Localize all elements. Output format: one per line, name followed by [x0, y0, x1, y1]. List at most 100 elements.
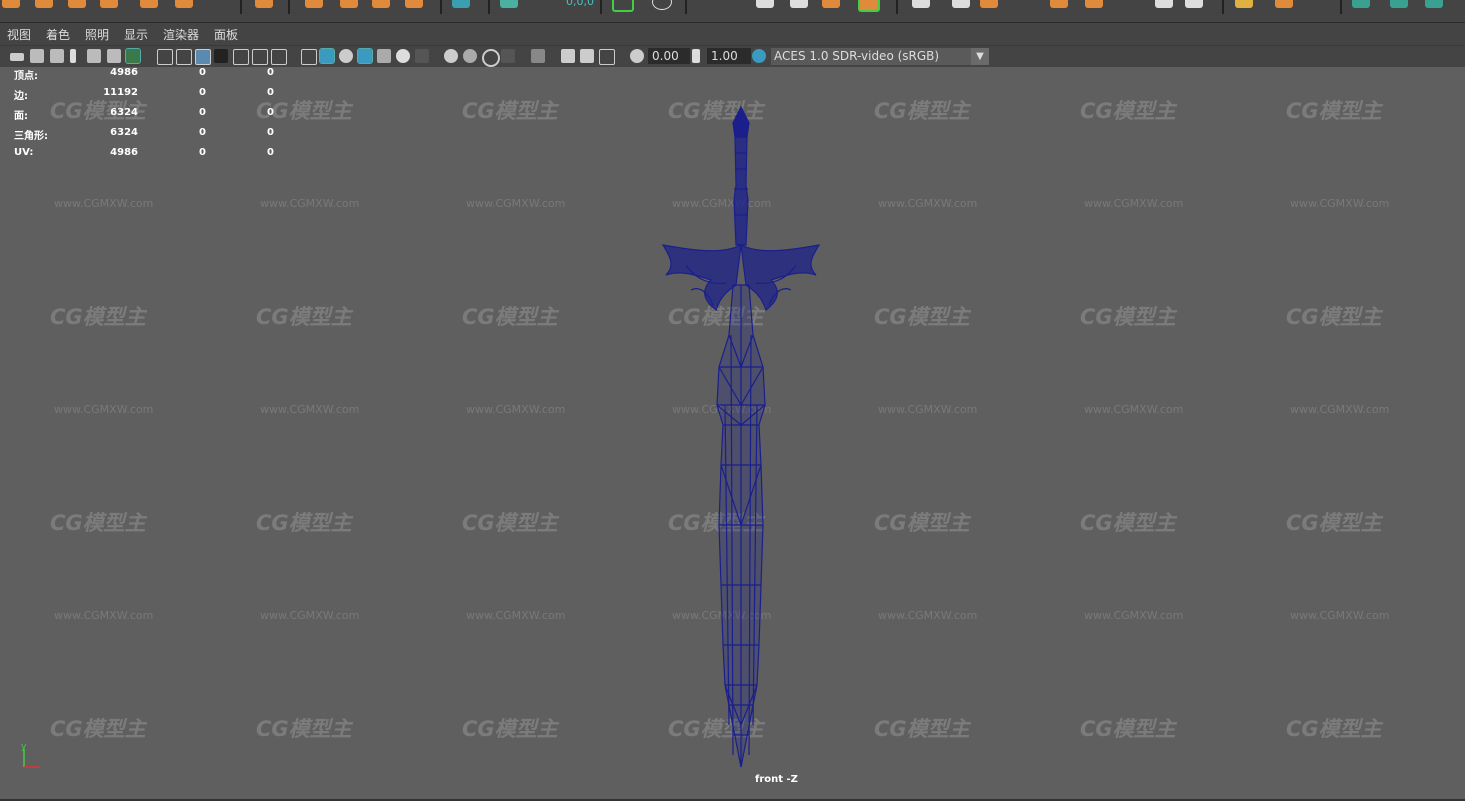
shelf-icon[interactable] — [35, 0, 53, 8]
shelf-separator — [685, 0, 687, 14]
shelf-icon[interactable] — [790, 0, 808, 8]
sword-wireframe-model[interactable] — [641, 105, 841, 775]
watermark-url: www.CGMXW.com — [1084, 609, 1184, 622]
shelf-icon[interactable] — [405, 0, 423, 8]
shelf-icon[interactable] — [1425, 0, 1443, 8]
default-material-icon[interactable] — [339, 49, 353, 63]
grid-icon[interactable] — [157, 49, 173, 65]
camera-lock-icon[interactable] — [50, 49, 64, 63]
xray-active-icon[interactable] — [580, 49, 594, 63]
watermark-logo: CG模型主 — [256, 511, 352, 535]
watermark-url: www.CGMXW.com — [54, 609, 154, 622]
hud-value: 0 — [199, 107, 206, 118]
shelf-separator — [1340, 0, 1342, 14]
screen-space-ao-icon[interactable] — [444, 49, 458, 63]
watermark-url: www.CGMXW.com — [54, 403, 154, 416]
motion-blur-icon[interactable] — [463, 49, 477, 63]
hud-value: 0 — [199, 87, 206, 98]
xray-icon[interactable] — [561, 49, 575, 63]
shelf-icon[interactable] — [255, 0, 273, 8]
shelf-icon[interactable] — [980, 0, 998, 8]
watermark-logo: CG模型主 — [1080, 99, 1176, 123]
safe-action-icon[interactable] — [252, 49, 268, 65]
shelf-icon[interactable] — [1352, 0, 1370, 8]
wireframe-icon[interactable] — [301, 49, 317, 65]
watermark-url: www.CGMXW.com — [1290, 609, 1390, 622]
grease-pencil-icon[interactable] — [87, 49, 101, 63]
chevron-down-icon[interactable]: ▼ — [971, 48, 989, 65]
hud-label: 边: — [14, 91, 28, 102]
shelf-separator — [288, 0, 290, 14]
panel-menu-bar: 视图 着色 照明 显示 渲染器 面板 — [0, 23, 1465, 45]
shelf-icon[interactable] — [1235, 0, 1253, 8]
shelf-icon[interactable] — [100, 0, 118, 8]
lights-icon[interactable] — [396, 49, 410, 63]
shelf-icon[interactable] — [372, 0, 390, 8]
exposure-field[interactable]: 0.00 — [648, 48, 690, 64]
2d-pan-zoom-icon[interactable] — [107, 49, 121, 63]
field-chart-icon[interactable] — [233, 49, 249, 65]
camera-icon[interactable] — [10, 53, 24, 61]
color-management-dropdown[interactable]: ACES 1.0 SDR-video (sRGB) ▼ — [771, 48, 989, 65]
shelf-icon[interactable] — [1085, 0, 1103, 8]
menu-lighting[interactable]: 照明 — [85, 26, 109, 43]
shelf-icon[interactable] — [1155, 0, 1173, 8]
shelf-icon[interactable] — [858, 0, 880, 12]
watermark-logo: CG模型主 — [1080, 305, 1176, 329]
shelf-icon[interactable] — [68, 0, 86, 8]
shelf-icon[interactable] — [305, 0, 323, 8]
shelf-icon[interactable] — [756, 0, 774, 8]
camera-attributes-icon[interactable] — [30, 49, 44, 63]
shelf-separator — [488, 0, 490, 14]
axis-y-label: y — [21, 743, 27, 752]
shelf-icon[interactable] — [1390, 0, 1408, 8]
resolution-gate-icon[interactable] — [195, 49, 211, 65]
watermark-logo: CG模型主 — [1080, 717, 1176, 741]
color-management-icon[interactable] — [752, 49, 766, 63]
textured-icon[interactable] — [377, 49, 391, 63]
shelf-icon[interactable] — [2, 0, 20, 8]
menu-shading[interactable]: 着色 — [46, 26, 70, 43]
pencil-icon[interactable] — [125, 48, 141, 64]
shelf-toolbar: 0,0,0 — [0, 0, 1465, 23]
xray-joints-icon[interactable] — [599, 49, 615, 65]
menu-show[interactable]: 显示 — [124, 26, 148, 43]
shelf-number: 0,0,0 — [566, 0, 594, 8]
safe-title-icon[interactable] — [271, 49, 287, 65]
shelf-icon[interactable] — [1275, 0, 1293, 8]
wireframe-on-shaded-icon[interactable] — [357, 48, 373, 64]
shelf-icon[interactable] — [452, 0, 470, 8]
bookmark-icon[interactable] — [70, 49, 76, 63]
shelf-icon[interactable] — [1050, 0, 1068, 8]
menu-renderer[interactable]: 渲染器 — [163, 26, 199, 43]
shadows-icon[interactable] — [415, 49, 429, 63]
shelf-icon[interactable] — [612, 0, 634, 12]
shelf-icon[interactable] — [652, 0, 672, 10]
shelf-icon[interactable] — [175, 0, 193, 8]
watermark-logo: CG模型主 — [462, 717, 558, 741]
gamma-field[interactable]: 1.00 — [707, 48, 751, 64]
shelf-icon[interactable] — [912, 0, 930, 8]
shelf-icon[interactable] — [952, 0, 970, 8]
exposure-icon[interactable] — [630, 49, 644, 63]
shelf-separator — [600, 0, 602, 14]
smooth-shade-icon[interactable] — [319, 48, 335, 64]
anti-aliasing-icon[interactable] — [482, 49, 500, 67]
watermark-logo: CG模型主 — [874, 717, 970, 741]
menu-view[interactable]: 视图 — [7, 26, 31, 43]
shelf-icon[interactable] — [500, 0, 518, 8]
gamma-icon[interactable] — [692, 49, 700, 63]
film-gate-icon[interactable] — [176, 49, 192, 65]
depth-of-field-icon[interactable] — [501, 49, 515, 63]
menu-panels[interactable]: 面板 — [214, 26, 238, 43]
shelf-icon[interactable] — [140, 0, 158, 8]
shelf-icon[interactable] — [1185, 0, 1203, 8]
viewport[interactable]: CG模型主 CG模型主 CG模型主 CG模型主 CG模型主 CG模型主 CG模型主 CG模型主… — [0, 67, 1465, 800]
shelf-icon[interactable] — [340, 0, 358, 8]
shelf-icon[interactable] — [822, 0, 840, 8]
hud-row: UV: 4986 0 0 — [14, 147, 274, 167]
isolate-select-icon[interactable] — [531, 49, 545, 63]
shelf-separator — [440, 0, 442, 14]
gate-mask-icon[interactable] — [214, 49, 228, 63]
hud-label: UV: — [14, 147, 34, 158]
